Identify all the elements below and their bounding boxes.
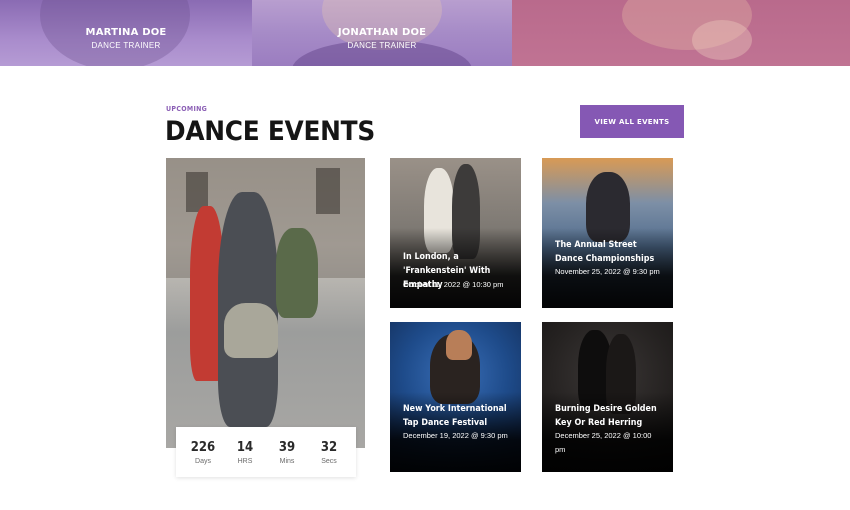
countdown-value: 226 bbox=[190, 439, 216, 455]
countdown-label: Secs bbox=[321, 457, 337, 465]
event-title[interactable]: New York International Tap Dance Festiva… bbox=[403, 402, 508, 430]
section-title: DANCE EVENTS bbox=[165, 116, 375, 147]
event-card[interactable]: In London, a 'Frankenstein' With Empathy… bbox=[390, 158, 521, 308]
countdown-value: 32 bbox=[320, 439, 338, 455]
building-window bbox=[316, 168, 340, 214]
event-date: December 19, 2022 @ 9:30 pm bbox=[403, 431, 508, 440]
countdown-label: Days bbox=[195, 457, 211, 465]
event-card[interactable]: New York International Tap Dance Festiva… bbox=[390, 322, 521, 472]
trainer-card-third[interactable] bbox=[512, 0, 850, 66]
countdown-value: 14 bbox=[236, 439, 254, 455]
trainer-photo-detail bbox=[692, 20, 752, 60]
event-title[interactable]: The Annual Street Dance Championships bbox=[555, 238, 660, 266]
trainer-role: DANCE TRAINER bbox=[91, 41, 161, 50]
countdown-seconds: 32 Secs bbox=[311, 440, 347, 465]
countdown-label: Mins bbox=[279, 457, 295, 465]
event-card[interactable]: The Annual Street Dance Championships No… bbox=[542, 158, 673, 308]
view-all-events-button[interactable]: VIEW ALL EVENTS bbox=[580, 105, 684, 138]
event-title[interactable]: Burning Desire Golden Key Or Red Herring bbox=[555, 402, 660, 430]
countdown-value: 39 bbox=[278, 439, 296, 455]
dancer-woman-green bbox=[276, 228, 318, 318]
countdown-hours: 14 HRS bbox=[227, 440, 263, 465]
event-card[interactable]: Burning Desire Golden Key Or Red Herring… bbox=[542, 322, 673, 472]
countdown-days: 226 Days bbox=[185, 440, 221, 465]
countdown-minutes: 39 Mins bbox=[269, 440, 305, 465]
trainer-role: DANCE TRAINER bbox=[347, 41, 417, 50]
trainer-card-jonathan[interactable]: JONATHAN DOE DANCE TRAINER bbox=[252, 0, 512, 66]
event-date: November 25, 2022 @ 9:30 pm bbox=[555, 267, 660, 276]
section-kicker: UPCOMING bbox=[166, 105, 208, 113]
trainer-strip: MARTINA DOE DANCE TRAINER JONATHAN DOE D… bbox=[0, 0, 850, 66]
trainer-name: MARTINA DOE bbox=[85, 27, 167, 38]
dancer-man-shorts bbox=[224, 303, 278, 358]
event-countdown: 226 Days 14 HRS 39 Mins 32 Secs bbox=[176, 427, 356, 477]
trainer-card-martina[interactable]: MARTINA DOE DANCE TRAINER bbox=[0, 0, 252, 66]
dancer-figure bbox=[446, 330, 472, 360]
event-date: October 11, 2022 @ 10:30 pm bbox=[403, 280, 504, 289]
event-date: December 25, 2022 @ 10:00 pm bbox=[555, 431, 652, 454]
trainer-name: JONATHAN DOE bbox=[337, 27, 427, 38]
countdown-label: HRS bbox=[237, 457, 253, 465]
featured-event-image[interactable] bbox=[166, 158, 365, 448]
